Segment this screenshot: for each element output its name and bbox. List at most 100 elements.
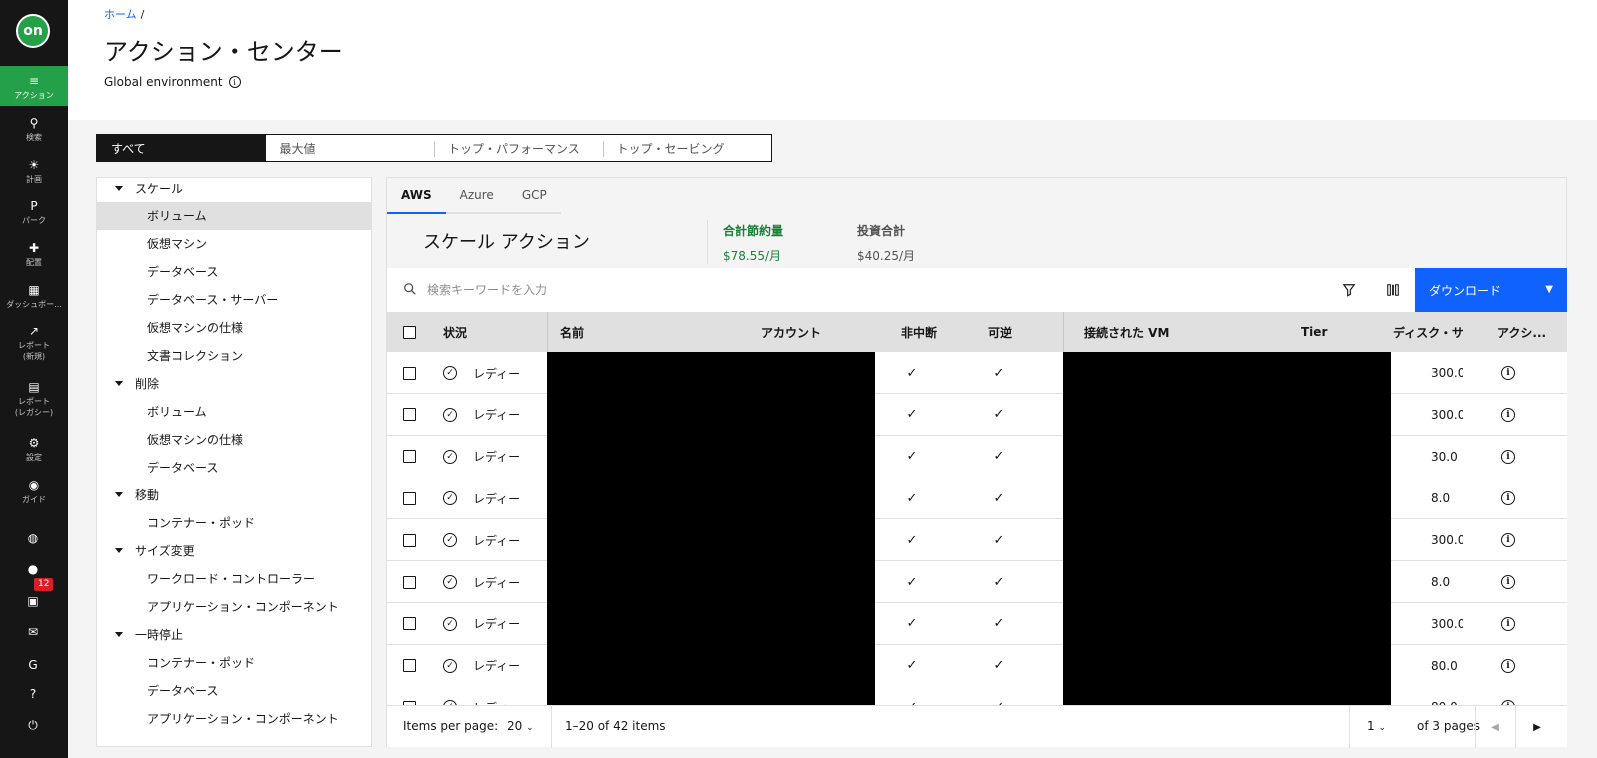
- row-checkbox[interactable]: [403, 533, 416, 547]
- non-disruptive-cell: ✓: [897, 645, 927, 687]
- row-checkbox[interactable]: [403, 450, 416, 464]
- tree-item[interactable]: アプリケーション・コンポーネント: [97, 704, 371, 732]
- prev-page-button[interactable]: ◀: [1475, 706, 1515, 748]
- rail-item-compass[interactable]: ◉ ガイド: [0, 476, 68, 508]
- reversible-cell: ✓: [984, 394, 1014, 436]
- tree-item[interactable]: 仮想マシンの仕様: [97, 425, 371, 453]
- rail-item-puzzle[interactable]: ✚ 配置: [0, 239, 68, 271]
- switcher-option[interactable]: すべて: [97, 135, 266, 161]
- caret-down-icon[interactable]: [115, 492, 123, 498]
- rail-item-lightbulb[interactable]: ☀ 計画: [0, 156, 68, 188]
- rail-item-chart[interactable]: ↗ レポート (新規): [0, 322, 68, 368]
- tree-item[interactable]: データベース: [97, 676, 371, 704]
- chevron-down-icon[interactable]: ▼: [1545, 284, 1553, 295]
- select-all-cell: [403, 312, 423, 352]
- info-icon[interactable]: i: [1501, 658, 1515, 673]
- tree-item[interactable]: ボリューム: [97, 201, 371, 230]
- rail-item-report[interactable]: ▤ レポート (レガシー): [0, 378, 68, 424]
- help-icon[interactable]: ?: [25, 686, 41, 702]
- info-icon[interactable]: i: [228, 76, 241, 88]
- tree-item[interactable]: ボリューム: [97, 397, 371, 425]
- info-icon[interactable]: i: [1501, 407, 1515, 422]
- mail-icon[interactable]: ✉: [25, 624, 41, 640]
- col-non-disruptive[interactable]: 非中断: [901, 312, 971, 352]
- total-savings: 合計節約量 $78.55/月: [723, 222, 783, 264]
- col-attached-vm[interactable]: 接続された VM: [1063, 312, 1223, 352]
- switcher-option[interactable]: トップ・パフォーマンス: [434, 135, 603, 161]
- tree-item[interactable]: アプリケーション・コンポーネント: [97, 593, 371, 621]
- tree-group[interactable]: 移動: [97, 481, 371, 509]
- tree-item-label: 仮想マシンの仕様: [147, 321, 244, 335]
- checkmark-icon: ✓: [906, 574, 918, 590]
- tree-item[interactable]: 仮想マシンの仕様: [97, 314, 371, 342]
- tree-item[interactable]: データベース・サーバー: [97, 286, 371, 314]
- items-per-page-select[interactable]: 20 ⌄: [507, 719, 534, 733]
- next-page-button[interactable]: ▶: [1517, 706, 1557, 748]
- search-input[interactable]: [427, 268, 1307, 312]
- rail-item-dashboard[interactable]: ▦ ダッシュボー...: [0, 281, 68, 313]
- gift-icon[interactable]: ▣: [25, 593, 41, 609]
- row-checkbox[interactable]: [403, 366, 416, 380]
- page-select[interactable]: 1 ⌄: [1367, 719, 1386, 733]
- tree-item[interactable]: コンテナー・ポッド: [97, 509, 371, 537]
- column-settings-button[interactable]: [1371, 268, 1415, 312]
- divider: [1515, 706, 1516, 748]
- row-select-cell: [403, 394, 423, 436]
- tree-item[interactable]: 仮想マシン: [97, 230, 371, 258]
- info-icon[interactable]: i: [1501, 616, 1515, 631]
- google-icon[interactable]: G: [25, 657, 41, 673]
- tree-group[interactable]: スケール: [97, 178, 371, 202]
- info-icon[interactable]: i: [1501, 533, 1515, 548]
- tab-azure[interactable]: Azure: [445, 178, 508, 214]
- col-reversible[interactable]: 可逆: [988, 312, 1058, 352]
- col-tier[interactable]: Tier: [1301, 312, 1361, 352]
- row-checkbox[interactable]: [403, 491, 416, 505]
- app-logo[interactable]: on: [16, 14, 50, 48]
- info-icon[interactable]: i: [1501, 491, 1515, 506]
- filter-button[interactable]: [1327, 268, 1371, 312]
- switcher-option[interactable]: 最大値: [266, 135, 435, 161]
- tree-group[interactable]: 一時停止: [97, 620, 371, 648]
- row-checkbox[interactable]: [403, 408, 416, 422]
- info-icon[interactable]: i: [1501, 366, 1515, 380]
- caret-down-icon[interactable]: [115, 380, 123, 386]
- row-checkbox[interactable]: [403, 575, 416, 589]
- tree-item-label: データベース: [147, 460, 219, 475]
- notification-icon[interactable]: ●: [25, 561, 41, 577]
- rail-item-actions[interactable]: ≡ アクション: [0, 66, 68, 106]
- breadcrumb-home-link[interactable]: ホーム: [104, 8, 137, 21]
- rail-item-search[interactable]: ⚲ 検索: [0, 114, 68, 146]
- tree-group[interactable]: 削除: [97, 369, 371, 397]
- rail-item-park[interactable]: P パーク: [0, 197, 68, 229]
- tab-gcp[interactable]: GCP: [507, 178, 561, 214]
- rail-item-settings[interactable]: ⚙ 設定: [0, 434, 68, 466]
- globe-icon[interactable]: ◍: [25, 530, 41, 546]
- download-button[interactable]: ダウンロード ▼: [1415, 268, 1567, 312]
- caret-down-icon[interactable]: [115, 185, 123, 191]
- col-name[interactable]: 名前: [547, 312, 747, 352]
- col-account[interactable]: アカウント: [761, 312, 871, 352]
- caret-down-icon[interactable]: [115, 548, 123, 554]
- col-actions[interactable]: アクシ...: [1497, 312, 1563, 352]
- tree-item[interactable]: コンテナー・ポッド: [97, 648, 371, 676]
- row-checkbox[interactable]: [403, 617, 416, 631]
- power-icon[interactable]: ⏻: [25, 717, 41, 733]
- tree-item-label: 一時停止: [135, 627, 184, 642]
- tree-item[interactable]: ワークロード・コントローラー: [97, 565, 371, 593]
- tab-aws[interactable]: AWS: [387, 178, 446, 214]
- row-checkbox[interactable]: [403, 659, 416, 673]
- switcher-option[interactable]: トップ・セービング: [602, 135, 772, 161]
- info-icon[interactable]: i: [1501, 575, 1515, 589]
- tree-item-label: 仮想マシン: [147, 237, 208, 252]
- tree-item[interactable]: データベース: [97, 258, 371, 286]
- info-icon[interactable]: i: [1501, 449, 1515, 464]
- tree-group[interactable]: サイズ変更: [97, 537, 371, 565]
- select-all-checkbox[interactable]: [403, 325, 416, 339]
- summary-bar: スケール アクション 合計節約量 $78.55/月 投資合計 $40.25/月: [387, 214, 1567, 270]
- tree-item-label: 移動: [135, 488, 160, 503]
- col-status[interactable]: 状況: [443, 312, 543, 352]
- tree-item[interactable]: データベース: [97, 453, 371, 481]
- col-disk[interactable]: ディスク・サ: [1393, 312, 1463, 352]
- caret-down-icon[interactable]: [115, 631, 123, 637]
- tree-item[interactable]: 文書コレクション: [97, 341, 371, 369]
